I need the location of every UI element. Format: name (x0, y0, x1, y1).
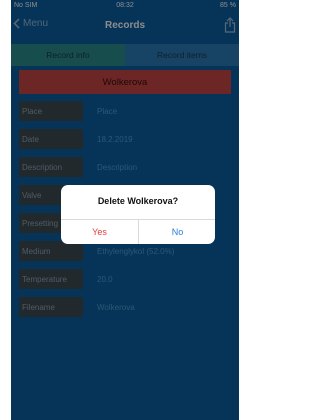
no-button[interactable]: No (139, 220, 215, 244)
yes-button[interactable]: Yes (61, 220, 138, 244)
dialog-title: Delete Wolkerova? (97, 196, 179, 206)
app-screen: No SIM 08:32 85 % Menu Records Record in… (11, 0, 239, 420)
delete-confirm-dialog: Delete Wolkerova? Yes No (61, 185, 215, 244)
